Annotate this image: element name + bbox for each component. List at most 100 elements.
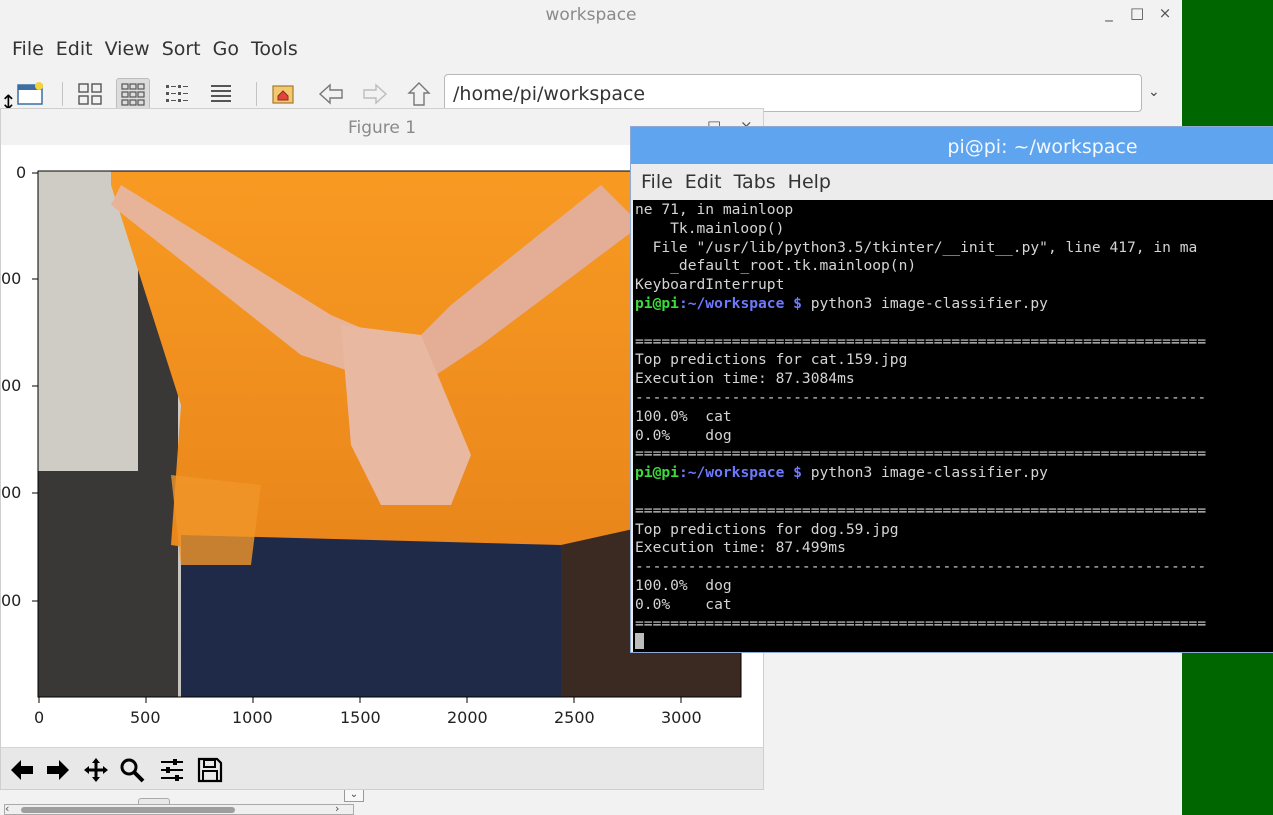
terminal-line: File "/usr/lib/python3.5/tkinter/__init_… (635, 238, 1198, 256)
terminal-line: Execution time: 87.3084ms (635, 370, 855, 388)
save-icon (197, 757, 223, 783)
compact-view-button[interactable] (160, 78, 194, 110)
thumbnail-view-icon (121, 83, 145, 106)
terminal-line: ========================================… (635, 614, 1207, 632)
menu-tools[interactable]: Tools (245, 34, 304, 64)
pan-button[interactable] (81, 755, 111, 785)
scroll-right-icon[interactable]: › (335, 802, 339, 815)
terminal-titlebar[interactable]: pi@pi: ~/workspace (631, 127, 1273, 164)
forward-view-button[interactable] (43, 755, 73, 785)
forward-arrow-icon (363, 83, 388, 105)
list-view-icon (211, 85, 231, 102)
menu-edit[interactable]: Edit (50, 34, 99, 64)
terminal-menu-tabs[interactable]: Tabs (728, 164, 782, 193)
prompt-command: python3 image-classifier.py (801, 294, 1048, 312)
terminal-window: pi@pi: ~/workspace File Edit Tabs Help ne 7… (630, 126, 1273, 653)
terminal-output[interactable]: ne 71, in mainloop Tk.mainloop() File "/… (633, 200, 1273, 652)
terminal-cursor (635, 633, 644, 650)
back-view-button[interactable] (7, 755, 37, 785)
thumbnail-view-button[interactable] (116, 78, 150, 110)
terminal-menu-file[interactable]: File (631, 164, 679, 193)
right-arrow-icon (47, 760, 69, 780)
terminal-line: ----------------------------------------… (635, 388, 1207, 406)
file-manager-menubar: File Edit View Sort Go Tools (0, 34, 304, 64)
address-bar[interactable]: /home/pi/workspace (444, 74, 1142, 112)
file-manager-titlebar[interactable]: workspace _ □ × (0, 0, 1182, 30)
terminal-line: _default_root.tk.mainloop(n) (635, 257, 917, 275)
up-button[interactable] (402, 78, 436, 110)
x-tick-label: 3000 (661, 708, 702, 727)
prompt-path: :~/workspace $ (678, 464, 802, 482)
address-dropdown-button[interactable]: ⌄ (1148, 84, 1160, 100)
terminal-line: ----------------------------------------… (635, 558, 1207, 576)
terminal-line: 0.0% dog (635, 426, 732, 444)
terminal-menu-edit[interactable]: Edit (679, 164, 728, 193)
file-manager-title: workspace (545, 5, 637, 25)
file-manager-window-controls: _ □ × (1102, 4, 1172, 22)
terminal-line: ne 71, in mainloop (635, 201, 794, 218)
save-figure-button[interactable] (195, 755, 225, 785)
prompt-user: pi@pi (635, 294, 679, 312)
terminal-line: 100.0% dog (635, 576, 732, 594)
new-window-icon (17, 82, 43, 105)
forward-button[interactable] (358, 78, 392, 110)
y-tick-label: 00 (1, 483, 22, 502)
back-button[interactable] (314, 78, 348, 110)
terminal-line: KeyboardInterrupt (635, 276, 785, 294)
new-window-button[interactable] (14, 78, 48, 110)
configure-subplots-button[interactable] (157, 755, 187, 785)
close-button[interactable]: × (1158, 4, 1172, 22)
y-tick-label: 00 (1, 269, 22, 288)
x-tick-label: 0 (34, 708, 45, 727)
home-button[interactable] (266, 78, 300, 110)
maximize-button[interactable]: □ (1130, 4, 1144, 22)
terminal-menubar: File Edit Tabs Help (631, 164, 1273, 200)
toolbar-separator (256, 82, 257, 106)
menu-file[interactable]: File (0, 34, 50, 64)
terminal-line: ========================================… (635, 332, 1207, 350)
scrollbar-thumb[interactable] (21, 807, 235, 813)
terminal-line: Execution time: 87.499ms (635, 539, 846, 557)
home-icon (272, 85, 294, 104)
prompt-user: pi@pi (635, 464, 679, 482)
prompt-path: :~/workspace $ (678, 294, 802, 312)
y-tick-label: 00 (1, 376, 22, 395)
horizontal-scrollbar[interactable]: ‹ › (4, 802, 354, 815)
y-axis-ticks (32, 172, 38, 602)
terminal-line: pi@pi:~/workspace $ python3 image-classi… (635, 295, 1206, 314)
icon-view-icon (78, 83, 102, 105)
terminal-line: ========================================… (635, 501, 1207, 519)
figure-navigation-toolbar (1, 747, 763, 789)
menu-view[interactable]: View (99, 34, 156, 64)
minimize-button[interactable]: _ (1102, 4, 1116, 22)
terminal-line: 0.0% cat (635, 595, 732, 613)
pan-icon (84, 758, 108, 782)
x-tick-label: 1000 (232, 708, 273, 727)
terminal-line (635, 633, 1206, 652)
terminal-menu-help[interactable]: Help (782, 164, 837, 193)
small-dropdown-button[interactable]: ⌄ (344, 788, 364, 802)
terminal-line: 100.0% cat (635, 407, 732, 425)
x-tick-label: 2000 (447, 708, 488, 727)
menu-sort[interactable]: Sort (156, 34, 207, 64)
icon-view-button[interactable] (73, 78, 107, 110)
back-arrow-icon (318, 83, 343, 105)
x-tick-label: 2500 (554, 708, 595, 727)
zoom-icon (120, 758, 145, 783)
prompt-command: python3 image-classifier.py (801, 464, 1048, 482)
list-view-button[interactable] (204, 78, 238, 110)
zoom-button[interactable] (117, 755, 147, 785)
x-axis-ticks (38, 697, 682, 703)
terminal-line: Top predictions for cat.159.jpg (635, 351, 908, 369)
scroll-left-icon[interactable]: ‹ (5, 802, 9, 815)
terminal-line: pi@pi:~/workspace $ python3 image-classi… (635, 464, 1206, 483)
terminal-title: pi@pi: ~/workspace (947, 136, 1138, 158)
toolbar-separator (62, 82, 63, 106)
terminal-line: ========================================… (635, 445, 1207, 463)
y-tick-label: 00 (1, 591, 22, 610)
menu-go[interactable]: Go (207, 34, 245, 64)
x-tick-label: 500 (130, 708, 161, 727)
configure-subplots-icon (161, 759, 183, 781)
